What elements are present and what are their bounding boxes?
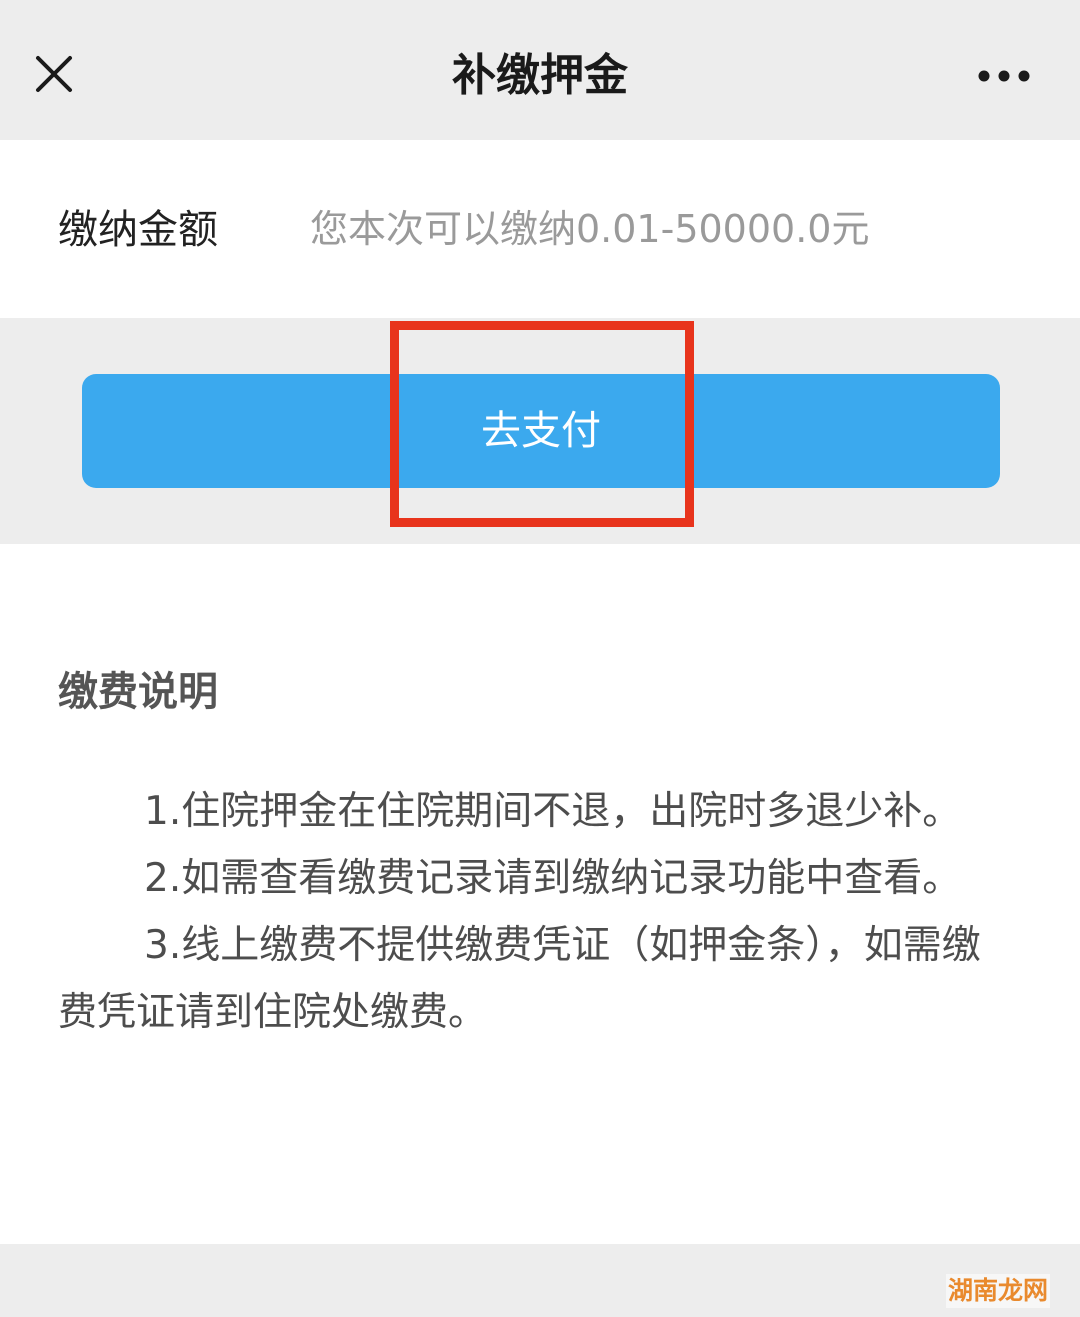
- more-button[interactable]: [972, 56, 1036, 96]
- notes-body: 1.住院押金在住院期间不退，出院时多退少补。 2.如需查看缴费记录请到缴纳记录功…: [58, 778, 988, 1046]
- close-icon: [36, 56, 72, 92]
- more-icon: [978, 70, 1030, 82]
- amount-input[interactable]: [310, 196, 1010, 262]
- note-item: 3.线上缴费不提供缴费凭证（如押金条），如需缴费凭证请到住院处缴费。: [58, 923, 981, 1035]
- close-button[interactable]: [30, 50, 78, 98]
- notes-title: 缴费说明: [58, 669, 218, 715]
- note-item: 2.如需查看缴费记录请到缴纳记录功能中查看。: [144, 856, 962, 901]
- note-item: 1.住院押金在住院期间不退，出院时多退少补。: [144, 789, 962, 834]
- pay-button[interactable]: 去支付: [82, 374, 1000, 488]
- navigation-bar: [0, 0, 1080, 140]
- amount-label: 缴纳金额: [58, 207, 218, 253]
- bottom-bar: [0, 1244, 1080, 1317]
